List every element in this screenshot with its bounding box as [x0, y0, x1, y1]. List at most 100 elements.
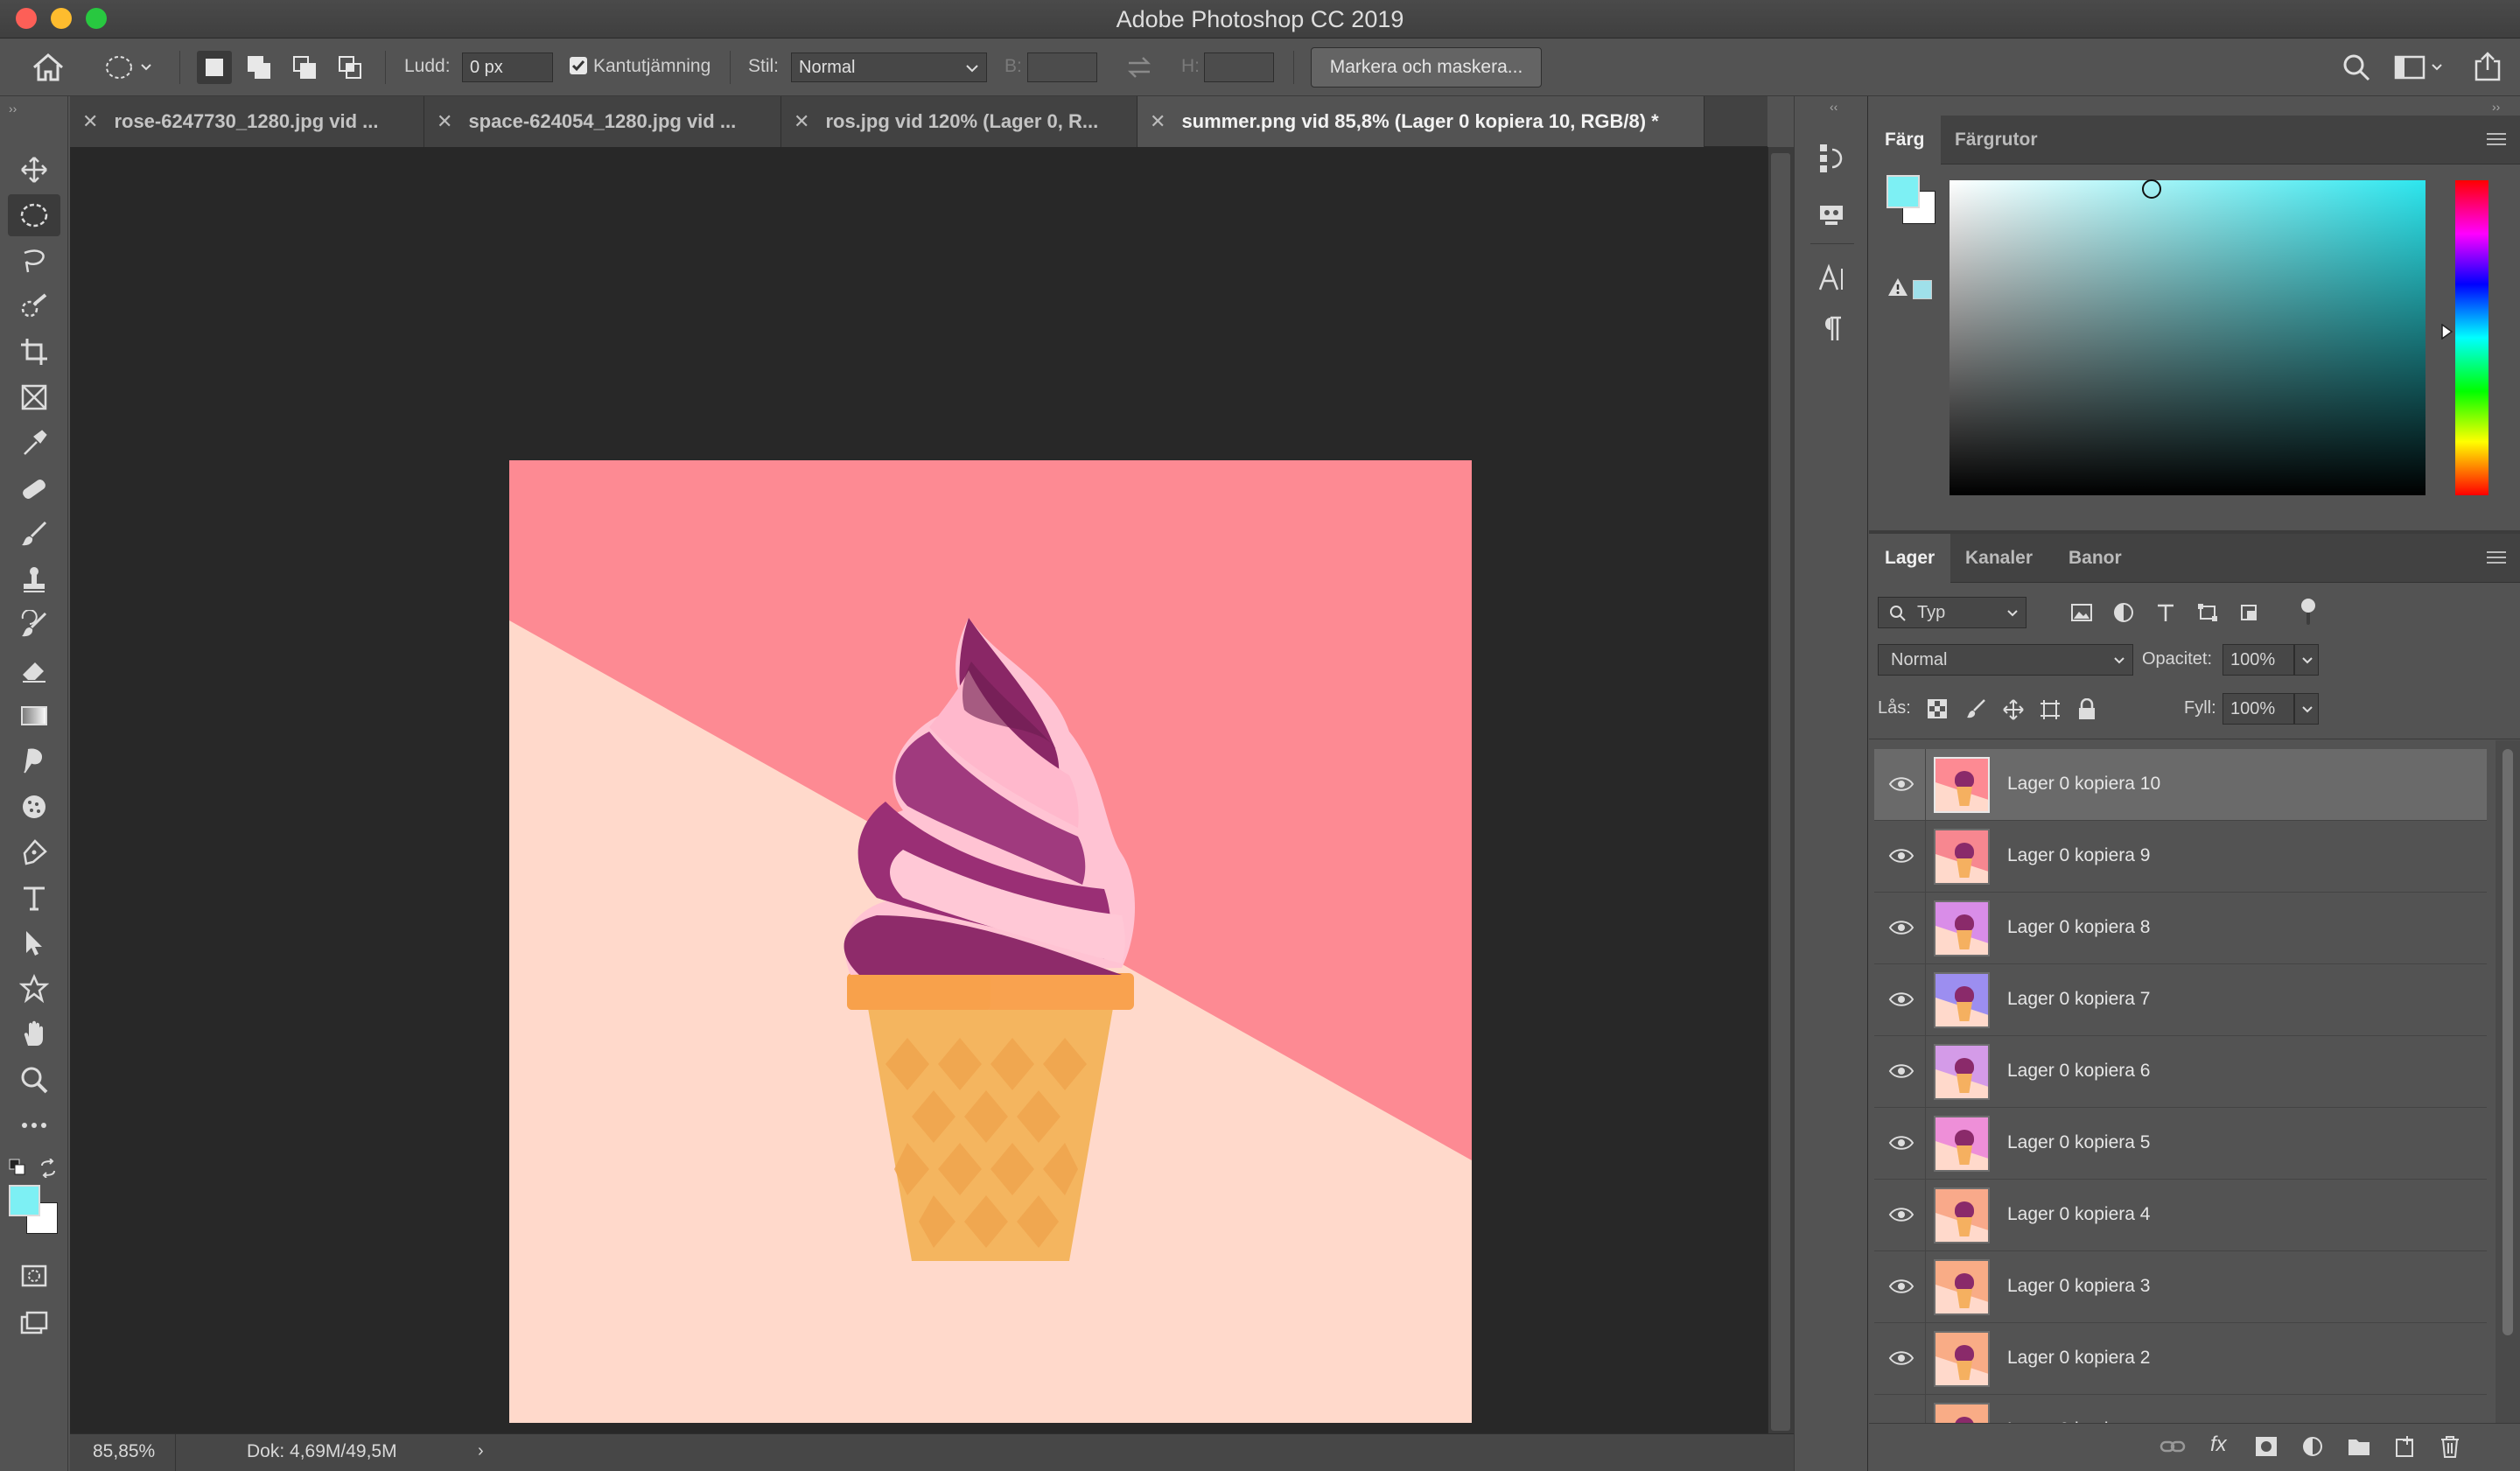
- layer-row[interactable]: Lager 0 kopiera 6: [1874, 1036, 2487, 1108]
- filter-adjustment-layers-icon[interactable]: [2112, 602, 2135, 627]
- layer-name[interactable]: Lager 0 kopiera 5: [2007, 1132, 2150, 1153]
- style-select[interactable]: Normal: [791, 53, 987, 82]
- fill-dropdown[interactable]: [2294, 693, 2319, 725]
- layer-name[interactable]: Lager 0 kopiera 4: [2007, 1204, 2150, 1225]
- history-panel-icon[interactable]: [1812, 138, 1851, 177]
- layer-thumbnail[interactable]: [1934, 1403, 1990, 1423]
- color-panel-menu-icon[interactable]: [2487, 133, 2506, 145]
- layer-style-fx-icon[interactable]: fx: [2210, 1432, 2227, 1457]
- visibility-eye-icon[interactable]: [1888, 1278, 1914, 1299]
- zoom-tool-icon[interactable]: [8, 1059, 60, 1101]
- move-tool-icon[interactable]: [8, 149, 60, 191]
- layer-row[interactable]: Lager 0 kopiera 7: [1874, 964, 2487, 1036]
- visibility-eye-icon[interactable]: [1888, 991, 1914, 1012]
- lock-all-icon[interactable]: [2077, 697, 2096, 725]
- opacity-dropdown[interactable]: [2294, 644, 2319, 676]
- layer-name[interactable]: Lager 0 kopiera 6: [2007, 1061, 2150, 1082]
- tab-lager[interactable]: Lager: [1869, 534, 1951, 583]
- brush-tool-icon[interactable]: [8, 513, 60, 555]
- layer-name[interactable]: Lager 0 kopiera 10: [2007, 774, 2160, 795]
- history-brush-tool-icon[interactable]: [8, 604, 60, 646]
- visibility-eye-icon[interactable]: [1888, 1062, 1914, 1084]
- lock-image-pixels-icon[interactable]: [1965, 698, 1986, 724]
- collapse-toolbar-icon[interactable]: ››: [9, 102, 17, 116]
- more-tools-icon[interactable]: [8, 1104, 60, 1146]
- new-adjustment-layer-icon[interactable]: [2301, 1435, 2324, 1462]
- link-layers-icon[interactable]: [2160, 1436, 2186, 1461]
- close-tab-icon[interactable]: ✕: [794, 110, 809, 132]
- quick-selection-tool-icon[interactable]: [8, 285, 60, 327]
- layer-name[interactable]: Lager 0 kopiera 3: [2007, 1276, 2150, 1297]
- custom-shape-tool-icon[interactable]: [8, 968, 60, 1010]
- layer-name[interactable]: Lager 0 kopiera 7: [2007, 989, 2150, 1010]
- frame-tool-icon[interactable]: [8, 376, 60, 418]
- layer-name[interactable]: Lager 0 kopiera 2: [2007, 1348, 2150, 1369]
- height-input[interactable]: [1204, 53, 1274, 82]
- layer-thumbnail[interactable]: [1934, 1044, 1990, 1100]
- tab-ros-jpg[interactable]: ✕ ros.jpg vid 120% (Lager 0, R...: [781, 96, 1138, 147]
- visibility-eye-icon[interactable]: [1888, 1134, 1914, 1156]
- smudge-tool-icon[interactable]: [8, 740, 60, 782]
- foreground-color-swatch[interactable]: [9, 1185, 40, 1216]
- hue-slider[interactable]: [2455, 180, 2488, 495]
- tab-farg[interactable]: Färg: [1869, 116, 1941, 165]
- tab-banor[interactable]: Banor: [2053, 534, 2138, 583]
- canvas-scroll-thumb[interactable]: [1771, 153, 1790, 1431]
- properties-panel-icon[interactable]: [1812, 194, 1851, 233]
- intersect-selection-mode-button[interactable]: [333, 51, 368, 84]
- visibility-eye-icon[interactable]: [1888, 1349, 1914, 1371]
- canvas-area[interactable]: [70, 147, 1768, 1433]
- collapse-panels-icon[interactable]: ››: [2492, 100, 2500, 114]
- filter-type-layers-icon[interactable]: [2154, 602, 2177, 627]
- tab-fargrutor[interactable]: Färgrutor: [1939, 116, 2054, 165]
- screen-mode-icon[interactable]: [8, 1302, 60, 1344]
- visibility-eye-icon[interactable]: [1888, 775, 1914, 797]
- layer-row[interactable]: Lager 0 kopiera: [1874, 1395, 2487, 1423]
- new-layer-icon[interactable]: [2394, 1434, 2417, 1463]
- hand-tool-icon[interactable]: [8, 1013, 60, 1055]
- gradient-tool-icon[interactable]: [8, 695, 60, 737]
- default-colors-icon[interactable]: [9, 1159, 26, 1180]
- lock-transparent-pixels-icon[interactable]: [1927, 698, 1948, 724]
- layer-row[interactable]: Lager 0 kopiera 8: [1874, 893, 2487, 964]
- filter-smart-objects-icon[interactable]: [2238, 602, 2261, 627]
- type-tool-icon[interactable]: [8, 877, 60, 919]
- layer-thumbnail[interactable]: [1934, 1116, 1990, 1172]
- close-tab-icon[interactable]: ✕: [1150, 110, 1166, 132]
- marquee-preset-icon[interactable]: [103, 54, 156, 85]
- new-group-folder-icon[interactable]: [2347, 1436, 2371, 1461]
- filter-toggle-switch[interactable]: [2301, 599, 2315, 625]
- select-and-mask-button[interactable]: Markera och maskera...: [1311, 47, 1542, 88]
- pen-tool-icon[interactable]: [8, 831, 60, 873]
- blend-mode-select[interactable]: Normal: [1878, 644, 2133, 676]
- layer-thumbnail[interactable]: [1934, 1259, 1990, 1315]
- workspace-icon[interactable]: [2394, 54, 2446, 85]
- visibility-eye-icon[interactable]: [1888, 919, 1914, 941]
- swap-dimensions-icon[interactable]: [1125, 54, 1153, 85]
- layer-thumbnail[interactable]: [1934, 1187, 1990, 1243]
- paragraph-panel-icon[interactable]: [1812, 310, 1851, 348]
- layers-scroll-thumb[interactable]: [2502, 749, 2513, 1335]
- filter-pixel-layers-icon[interactable]: [2070, 602, 2093, 627]
- eraser-tool-icon[interactable]: [8, 649, 60, 691]
- color-field[interactable]: [1950, 180, 2426, 495]
- close-tab-icon[interactable]: ✕: [437, 110, 452, 132]
- layer-thumbnail[interactable]: [1934, 1331, 1990, 1387]
- lasso-tool-icon[interactable]: [8, 240, 60, 282]
- layer-row[interactable]: Lager 0 kopiera 2: [1874, 1323, 2487, 1395]
- collapse-strip-icon[interactable]: ‹‹: [1830, 100, 1838, 114]
- color-picker-cursor[interactable]: [2142, 179, 2161, 199]
- layer-row[interactable]: Lager 0 kopiera 9: [1874, 821, 2487, 893]
- width-input[interactable]: [1027, 53, 1097, 82]
- zoom-level[interactable]: 85,85%: [93, 1441, 155, 1462]
- layer-row[interactable]: Lager 0 kopiera 5: [1874, 1108, 2487, 1180]
- layer-thumbnail[interactable]: [1934, 757, 1990, 813]
- add-to-selection-mode-button[interactable]: [242, 51, 277, 84]
- delete-layer-icon[interactable]: [2440, 1434, 2460, 1463]
- sponge-tool-icon[interactable]: [8, 786, 60, 828]
- layer-name[interactable]: Lager 0 kopiera 8: [2007, 917, 2150, 938]
- quick-mask-icon[interactable]: [8, 1255, 60, 1297]
- color-panel-foreground-swatch[interactable]: [1886, 175, 1920, 208]
- crop-tool-icon[interactable]: [8, 331, 60, 373]
- layers-scrollbar[interactable]: [2496, 740, 2520, 1432]
